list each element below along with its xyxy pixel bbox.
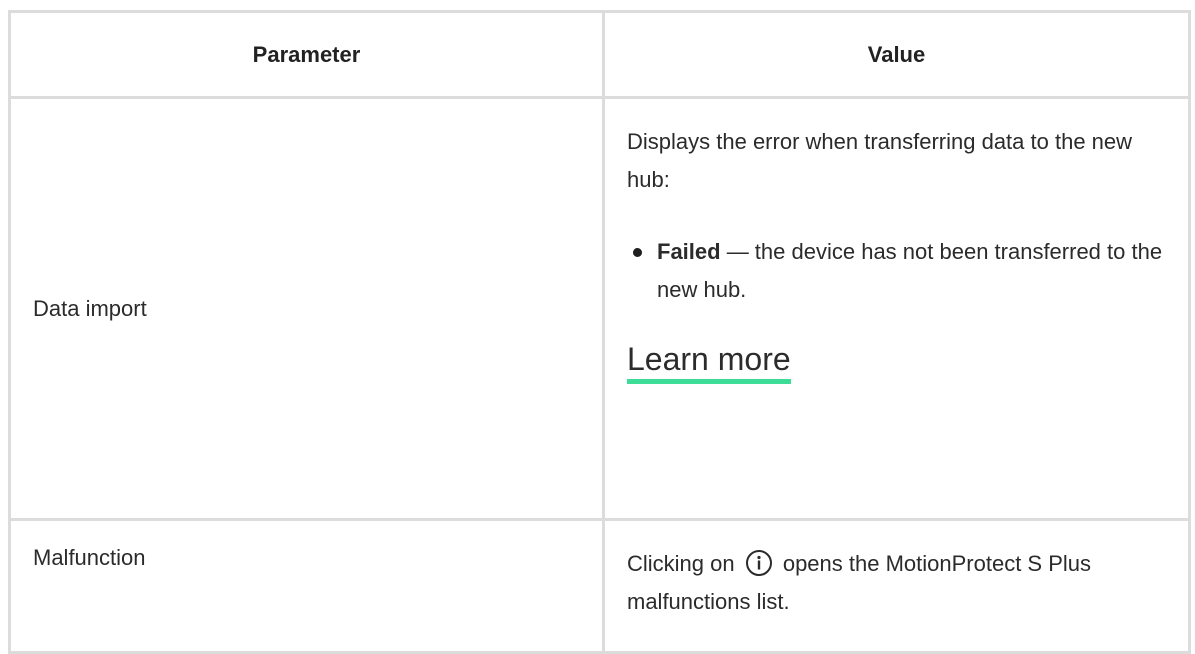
parameter-cell: Malfunction bbox=[8, 518, 605, 654]
list-item: Failed — the device has not been transfe… bbox=[627, 233, 1168, 309]
info-icon bbox=[745, 549, 773, 577]
bullet-icon bbox=[633, 248, 642, 257]
value-cell: Displays the error when transferring dat… bbox=[602, 96, 1191, 521]
learn-more-link[interactable]: Learn more bbox=[627, 339, 791, 384]
status-description: — the device has not been transferred to… bbox=[657, 239, 1163, 302]
value-text-before-icon: Clicking on bbox=[627, 551, 741, 576]
table-header-row: Parameter Value bbox=[8, 10, 1191, 99]
value-description: Displays the error when transferring dat… bbox=[627, 129, 1133, 192]
table-row: Data import Displays the error when tran… bbox=[8, 96, 1191, 521]
status-label: Failed bbox=[657, 239, 721, 264]
table-row: Malfunction Clicking on opens the Motion… bbox=[8, 518, 1191, 654]
parameters-table: Parameter Value Data import Displays the… bbox=[8, 10, 1191, 654]
status-list: Failed — the device has not been transfe… bbox=[627, 233, 1168, 309]
value-cell: Clicking on opens the MotionProtect S Pl… bbox=[602, 518, 1191, 654]
parameter-cell: Data import bbox=[8, 96, 605, 521]
column-header-value: Value bbox=[602, 10, 1191, 99]
column-header-parameter: Parameter bbox=[8, 10, 605, 99]
